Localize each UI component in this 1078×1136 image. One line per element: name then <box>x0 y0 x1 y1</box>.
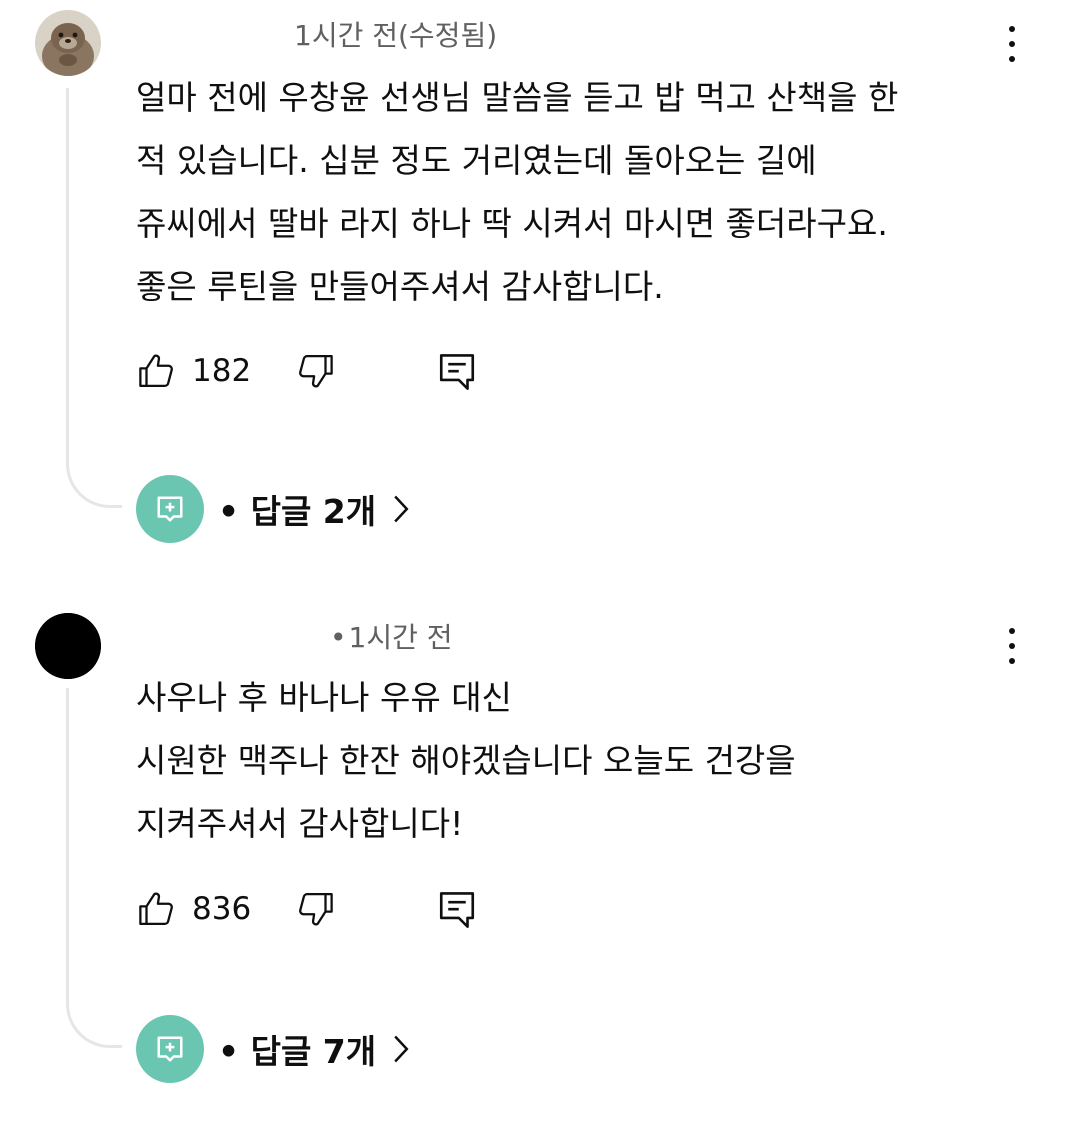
thumbs-down-icon <box>299 354 333 388</box>
comment: •1시간 전 사우나 후 바나나 우유 대신 시원한 맥주나 한잔 해야겠습니다… <box>0 570 1078 1130</box>
comment-actions: 182 <box>136 350 536 406</box>
comment-line: 얼마 전에 우창윤 선생님 말씀을 듣고 밥 먹고 산책을 한 <box>136 78 899 117</box>
view-replies-button[interactable]: • 답글 2개 <box>136 474 410 544</box>
reply-badge <box>136 1015 204 1083</box>
chevron-right-icon <box>394 495 409 523</box>
comment-line: 사우나 후 바나나 우유 대신 <box>136 678 512 717</box>
otter-avatar-icon <box>35 10 101 76</box>
thumbs-up-icon <box>139 892 173 926</box>
comment: 1시간 전(수정됨) 얼마 전에 우창윤 선생님 말씀을 듣고 밥 먹고 산책을… <box>0 0 1078 560</box>
thread-line <box>66 688 122 1048</box>
chevron-right-icon <box>394 1035 409 1063</box>
like-count: 836 <box>192 891 252 927</box>
comment-icon <box>439 892 475 928</box>
comment-meta: •1시간 전 <box>136 616 453 656</box>
comment-text: 얼마 전에 우창윤 선생님 말씀을 듣고 밥 먹고 산책을 한 적 있습니다. … <box>136 66 1016 318</box>
author-name[interactable] <box>136 630 326 648</box>
thumbs-up-icon <box>139 354 173 388</box>
reply-badge <box>136 475 204 543</box>
more-options-icon[interactable] <box>996 628 1028 664</box>
comment-line: 쥬씨에서 딸바 라지 하나 딱 시켜서 마시면 좋더라구요. <box>136 204 888 243</box>
author-name[interactable] <box>136 28 286 46</box>
avatar[interactable] <box>35 10 101 76</box>
dislike-button[interactable] <box>294 350 336 392</box>
more-options-icon[interactable] <box>996 26 1028 62</box>
reply-button[interactable] <box>436 350 478 394</box>
comment-line: 시원한 맥주나 한잔 해야겠습니다 오늘도 건강을 <box>136 741 796 780</box>
reply-button[interactable] <box>436 888 478 932</box>
like-button[interactable]: 182 <box>136 350 251 392</box>
dislike-button[interactable] <box>294 888 336 930</box>
comment-icon <box>439 354 475 390</box>
timestamp: 1시간 전 <box>348 621 453 654</box>
separator: • <box>330 621 347 654</box>
avatar[interactable] <box>35 613 101 679</box>
comment-line: 좋은 루틴을 만들어주셔서 감사합니다. <box>136 267 664 306</box>
view-replies-button[interactable]: • 답글 7개 <box>136 1014 410 1084</box>
add-reply-icon <box>157 496 183 522</box>
thumbs-down-icon <box>299 892 333 926</box>
thread-line <box>66 88 122 508</box>
comment-line: 적 있습니다. 십분 정도 거리였는데 돌아오는 길에 <box>136 141 817 180</box>
comment-actions: 836 <box>136 888 536 944</box>
black-avatar-icon <box>35 613 101 679</box>
like-button[interactable]: 836 <box>136 888 251 930</box>
reply-count: • 답글 7개 <box>218 1032 377 1071</box>
add-reply-icon <box>157 1036 183 1062</box>
reply-count: • 답글 2개 <box>218 492 377 531</box>
comment-meta: 1시간 전(수정됨) <box>136 14 497 54</box>
comment-line: 지켜주셔서 감사합니다! <box>136 804 464 843</box>
timestamp: 1시간 전(수정됨) <box>294 19 498 52</box>
comment-text: 사우나 후 바나나 우유 대신 시원한 맥주나 한잔 해야겠습니다 오늘도 건강… <box>136 666 1016 855</box>
like-count: 182 <box>192 353 252 389</box>
